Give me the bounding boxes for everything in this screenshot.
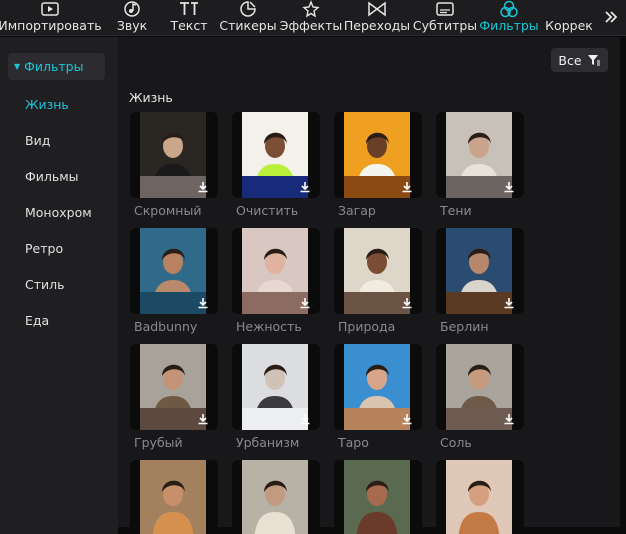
filter-card[interactable] <box>334 228 422 314</box>
filter-all-button[interactable]: Все <box>551 48 608 72</box>
tool-text[interactable]: Текст <box>170 0 208 36</box>
filter-card[interactable] <box>334 344 422 430</box>
filter-card-label: Badbunny <box>134 319 198 334</box>
filter-thumbnail <box>140 460 206 534</box>
filter-card[interactable] <box>436 228 524 314</box>
sidebar-item-style[interactable]: Стиль <box>25 277 65 292</box>
sticker-icon <box>237 0 259 18</box>
download-icon[interactable] <box>298 412 312 426</box>
filter-card-label: Загар <box>338 203 376 218</box>
download-icon[interactable] <box>298 180 312 194</box>
transitions-icon <box>366 0 388 18</box>
filter-thumbnail <box>446 460 512 534</box>
filter-thumbnail <box>344 460 410 534</box>
filter-card[interactable] <box>130 344 218 430</box>
tool-subtitles[interactable]: Субтитры <box>412 0 478 36</box>
tool-stickers-label: Стикеры <box>219 18 277 33</box>
filter-card[interactable] <box>334 460 422 534</box>
sidebar-item-films[interactable]: Фильмы <box>25 169 79 184</box>
filter-card[interactable] <box>130 112 218 198</box>
filters-panel: Все Жизнь Скромный Очистить Загар Тени Badbu… <box>118 37 620 534</box>
filter-card[interactable] <box>130 460 218 534</box>
filter-card-label: Грубый <box>134 435 183 450</box>
tool-audio-label: Звук <box>116 18 148 33</box>
download-icon[interactable] <box>298 296 312 310</box>
tool-import[interactable]: Импортировать <box>0 0 102 36</box>
filter-card[interactable] <box>334 112 422 198</box>
filter-card-label: Природа <box>338 319 396 334</box>
tool-transitions[interactable]: Переходы <box>343 0 411 36</box>
filter-card[interactable] <box>436 460 524 534</box>
tool-import-label: Импортировать <box>0 18 102 33</box>
tool-subtitles-label: Субтитры <box>412 18 478 33</box>
download-icon[interactable] <box>196 180 210 194</box>
top-toolbar: Импортировать Звук Текст Стикеры Эффекты… <box>0 0 626 36</box>
tool-text-label: Текст <box>170 18 208 33</box>
filter-card-label: Урбанизм <box>236 435 300 450</box>
filters-icon <box>498 0 520 18</box>
category-sidebar: ▼ Фильтры Жизнь Вид Фильмы Монохром Ретр… <box>0 37 118 534</box>
tool-adjust-label: Коррек <box>545 18 593 33</box>
more-chevron-icon[interactable] <box>602 6 620 28</box>
tool-effects-label: Эффекты <box>279 18 343 33</box>
download-icon[interactable] <box>502 412 516 426</box>
subtitles-icon <box>434 0 456 18</box>
download-icon[interactable] <box>502 180 516 194</box>
sidebar-item-monochrome[interactable]: Монохром <box>25 205 92 220</box>
text-icon <box>178 0 200 18</box>
sidebar-item-food[interactable]: Еда <box>25 313 49 328</box>
filter-card[interactable] <box>130 228 218 314</box>
import-icon <box>39 0 61 18</box>
tool-effects[interactable]: Эффекты <box>280 0 342 36</box>
tool-filters[interactable]: Фильтры <box>479 0 539 36</box>
filter-card[interactable] <box>436 344 524 430</box>
tool-stickers[interactable]: Стикеры <box>219 0 277 36</box>
effects-icon <box>300 0 322 18</box>
filter-thumbnail <box>242 460 308 534</box>
filter-card[interactable] <box>232 228 320 314</box>
filter-card[interactable] <box>232 460 320 534</box>
download-icon[interactable] <box>400 412 414 426</box>
filter-card[interactable] <box>232 112 320 198</box>
filter-card-label: Нежность <box>236 319 302 334</box>
filter-card-label: Соль <box>440 435 472 450</box>
download-icon[interactable] <box>400 180 414 194</box>
filter-card-label: Берлин <box>440 319 489 334</box>
scrollbar[interactable] <box>620 37 626 527</box>
dropdown-caret-icon: ▼ <box>14 62 21 71</box>
filter-card-label: Скромный <box>134 203 202 218</box>
tool-audio[interactable]: Звук <box>116 0 148 36</box>
download-icon[interactable] <box>196 412 210 426</box>
download-icon[interactable] <box>502 296 516 310</box>
filter-card-label: Очистить <box>236 203 299 218</box>
download-icon[interactable] <box>196 296 210 310</box>
filter-card[interactable] <box>232 344 320 430</box>
filter-funnel-icon <box>587 51 601 70</box>
sidebar-header-label: Фильтры <box>24 59 84 74</box>
sidebar-item-retro[interactable]: Ретро <box>25 241 63 256</box>
tool-transitions-label: Переходы <box>343 18 411 33</box>
tool-adjust[interactable]: Коррек <box>545 0 593 36</box>
filter-card[interactable] <box>436 112 524 198</box>
filter-card-label: Таро <box>338 435 369 450</box>
tool-filters-label: Фильтры <box>479 18 539 33</box>
sidebar-item-life[interactable]: Жизнь <box>25 97 69 112</box>
download-icon[interactable] <box>400 296 414 310</box>
section-title: Жизнь <box>129 90 173 105</box>
sidebar-header-filters[interactable]: ▼ Фильтры <box>8 53 105 80</box>
filter-all-label: Все <box>558 52 582 68</box>
filter-card-label: Тени <box>440 203 472 218</box>
sidebar-item-view[interactable]: Вид <box>25 133 50 148</box>
audio-icon <box>121 0 143 18</box>
